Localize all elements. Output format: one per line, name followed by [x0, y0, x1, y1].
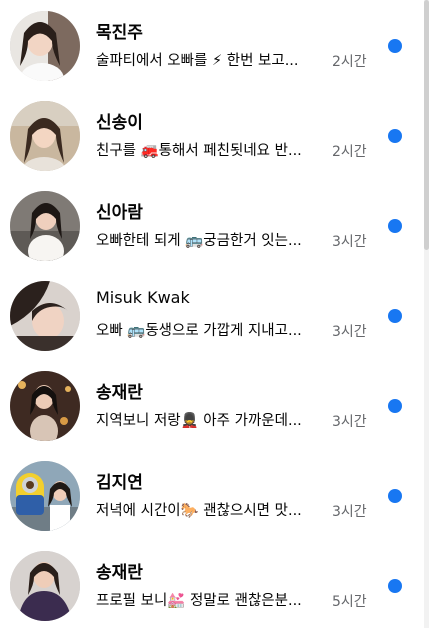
contact-name: 김지연 [96, 473, 143, 493]
conversation-item[interactable]: Misuk Kwak 오빠 🚌동생으로 가깝게 지내고... 3시간 [0, 270, 420, 360]
message-time: 3시간 [332, 504, 367, 520]
conversation-item[interactable]: 송재란 프로필 보니💒 정말로 괜찮은분... 5시간 [0, 540, 420, 628]
unread-dot-icon [388, 309, 402, 323]
unread-dot-icon [388, 129, 402, 143]
unread-dot-icon [388, 39, 402, 53]
unread-dot-icon [388, 219, 402, 233]
avatar [10, 281, 80, 351]
message-snippet: 지역보니 저랑💂 아주 가까운데... [96, 412, 302, 429]
conversation-item[interactable]: 신송이 친구를 🚒통해서 페친됫네요 반... 2시간 [0, 90, 420, 180]
conversation-item[interactable]: 신아람 오빠한테 되게 🚌궁금한거 잇는... 3시간 [0, 180, 420, 270]
avatar-photo [10, 101, 80, 171]
message-snippet: 프로필 보니💒 정말로 괜찮은분... [96, 592, 302, 609]
message-snippet: 오빠 🚌동생으로 가깝게 지내고... [96, 322, 302, 339]
contact-name: 신송이 [96, 113, 143, 133]
message-time: 3시간 [332, 414, 367, 430]
conversation-item[interactable]: 김지연 저녁에 시간이🐎 괜찮으시면 맛... 3시간 [0, 450, 420, 540]
avatar-photo [10, 11, 80, 81]
message-snippet: 오빠한테 되게 🚌궁금한거 잇는... [96, 232, 302, 249]
contact-name: 신아람 [96, 203, 143, 223]
unread-dot-icon [388, 579, 402, 593]
message-time: 5시간 [332, 594, 367, 610]
message-time: 3시간 [332, 234, 367, 250]
message-time: 2시간 [332, 144, 367, 160]
unread-dot-icon [388, 399, 402, 413]
conversation-list-screen: 목진주 술파티에서 오빠를 ⚡ 한번 보고... 2시간 신송이 친구를 🚒통해 [0, 0, 429, 628]
scrollbar[interactable] [424, 0, 429, 628]
avatar [10, 371, 80, 441]
unread-dot-icon [388, 489, 402, 503]
avatar-photo [10, 191, 80, 261]
contact-name: 목진주 [96, 23, 143, 43]
avatar [10, 191, 80, 261]
avatar [10, 11, 80, 81]
avatar [10, 101, 80, 171]
avatar-photo [10, 461, 80, 531]
contact-name: 송재란 [96, 563, 143, 583]
message-snippet: 저녁에 시간이🐎 괜찮으시면 맛... [96, 502, 302, 519]
avatar-photo [10, 371, 80, 441]
avatar [10, 551, 80, 621]
conversation-item[interactable]: 목진주 술파티에서 오빠를 ⚡ 한번 보고... 2시간 [0, 0, 420, 90]
message-snippet: 술파티에서 오빠를 ⚡ 한번 보고... [96, 52, 299, 69]
avatar-photo [10, 551, 80, 621]
avatar [10, 461, 80, 531]
conversation-item[interactable]: 송재란 지역보니 저랑💂 아주 가까운데... 3시간 [0, 360, 420, 450]
contact-name: 송재란 [96, 383, 143, 403]
message-snippet: 친구를 🚒통해서 페친됫네요 반... [96, 142, 302, 159]
message-time: 2시간 [332, 54, 367, 70]
contact-name: Misuk Kwak [96, 288, 190, 307]
scrollbar-thumb[interactable] [424, 0, 429, 250]
avatar-photo [10, 281, 80, 351]
message-time: 3시간 [332, 324, 367, 340]
